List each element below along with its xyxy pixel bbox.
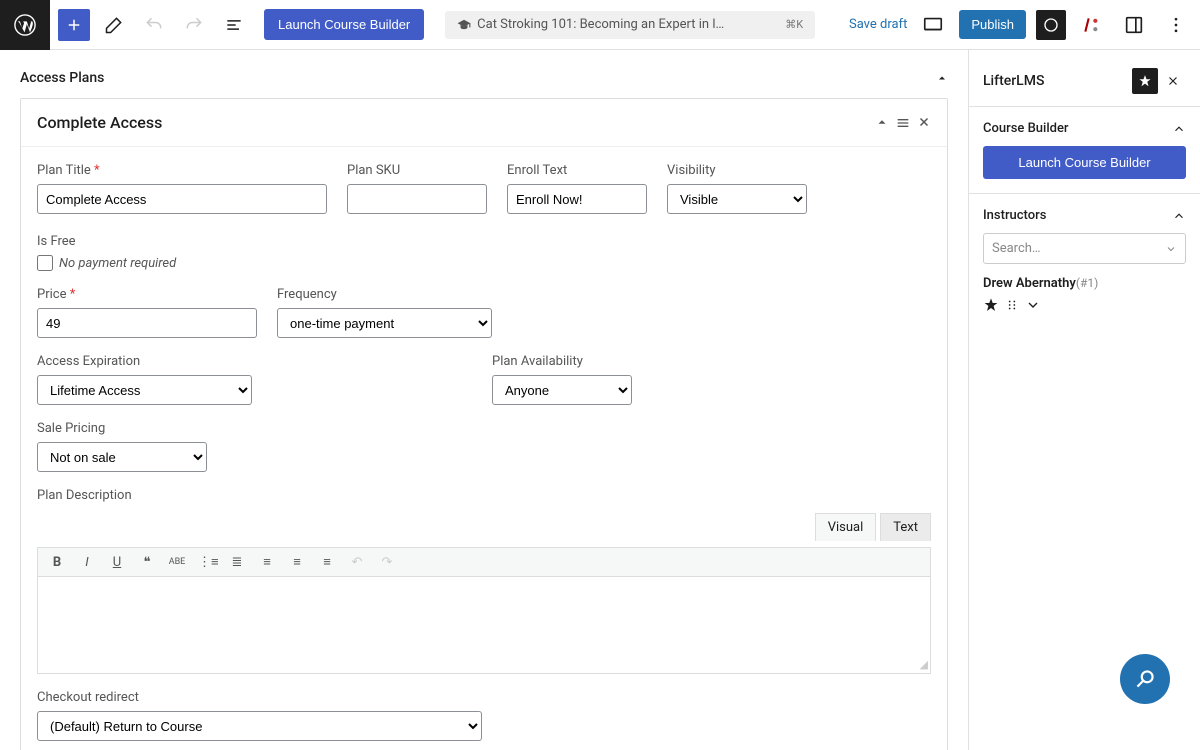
enroll-text-input[interactable] [507, 184, 647, 214]
rte-tab-text[interactable]: Text [880, 513, 931, 541]
is-free-label: No payment required [59, 256, 176, 271]
rte-redo-icon[interactable]: ↷ [378, 555, 396, 570]
visibility-field: Visibility Visible [667, 163, 807, 214]
rte-undo-icon[interactable]: ↶ [348, 555, 366, 570]
help-fab-button[interactable] [1120, 654, 1170, 704]
instructor-search[interactable]: Search… [983, 233, 1186, 264]
publish-button[interactable]: Publish [959, 10, 1026, 39]
visibility-select[interactable]: Visible [667, 184, 807, 214]
plan-title-field: Plan Title * [37, 163, 327, 214]
strike-icon[interactable]: ABE [168, 557, 186, 567]
chevron-down-icon [1165, 243, 1177, 255]
frequency-field: Frequency one-time payment [277, 287, 492, 338]
preview-icon[interactable] [917, 9, 949, 41]
main-content: Access Plans Complete Access Plan Title … [0, 50, 968, 750]
grad-cap-icon [457, 18, 471, 32]
launch-course-builder-button[interactable]: Launch Course Builder [264, 9, 424, 40]
resize-handle-icon[interactable]: ◢ [920, 658, 928, 671]
plan-description-field: Plan Description Visual Text B I U ❝ ABE… [37, 488, 931, 674]
price-field: Price * [37, 287, 257, 338]
plan-title-input[interactable] [37, 184, 327, 214]
document-title-text: Cat Stroking 101: Becoming an Expert in … [477, 17, 724, 32]
is-free-checkbox[interactable] [37, 255, 53, 271]
chevron-up-icon [1172, 209, 1186, 223]
checkout-redirect-field: Checkout redirect (Default) Return to Co… [37, 690, 482, 741]
bullet-list-icon[interactable]: ⋮≡ [198, 554, 216, 570]
sidebar-title: LifterLMS [983, 73, 1044, 89]
price-input[interactable] [37, 308, 257, 338]
star-icon[interactable] [1132, 68, 1158, 94]
more-menu-icon[interactable] [1160, 9, 1192, 41]
settings-sidebar: LifterLMS Course Builder Launch Course B… [968, 50, 1200, 750]
italic-icon[interactable]: I [78, 555, 96, 570]
document-title-dropdown[interactable]: Cat Stroking 101: Becoming an Expert in … [445, 11, 815, 39]
chevron-down-icon[interactable] [1025, 297, 1041, 313]
underline-icon[interactable]: U [108, 555, 126, 570]
enroll-text-field: Enroll Text [507, 163, 647, 214]
add-block-button[interactable] [58, 9, 90, 41]
align-center-icon[interactable]: ≡ [288, 554, 306, 570]
rte-tab-visual[interactable]: Visual [815, 513, 877, 541]
bold-icon[interactable]: B [48, 555, 66, 570]
command-shortcut: ⌘K [785, 18, 803, 31]
checkout-redirect-select[interactable]: (Default) Return to Course [37, 711, 482, 741]
redo-icon[interactable] [178, 9, 210, 41]
document-overview-icon[interactable] [218, 9, 250, 41]
access-expiration-select[interactable]: Lifetime Access [37, 375, 252, 405]
instructors-section: Instructors Search… Drew Abernathy(#1) [969, 194, 1200, 327]
sidebar-header: LifterLMS [969, 50, 1200, 107]
save-draft-link[interactable]: Save draft [849, 17, 907, 32]
sale-pricing-field: Sale Pricing Not on sale [37, 421, 207, 472]
frequency-select[interactable]: one-time payment [277, 308, 492, 338]
chevron-up-icon [1172, 122, 1186, 136]
panel-close-icon[interactable] [917, 115, 931, 129]
panel-header: Complete Access [21, 99, 947, 147]
align-left-icon[interactable]: ≡ [258, 554, 276, 570]
panel-menu-icon[interactable] [895, 115, 911, 131]
collapse-icon[interactable] [936, 72, 948, 84]
access-plans-section-header[interactable]: Access Plans [0, 50, 968, 98]
rich-text-editor: B I U ❝ ABE ⋮≡ ≣ ≡ ≡ ≡ ↶ ↷ [37, 547, 931, 674]
undo-icon[interactable] [138, 9, 170, 41]
quote-icon[interactable]: ❝ [138, 555, 156, 570]
edit-tool-icon[interactable] [98, 9, 130, 41]
instructors-section-label: Instructors [983, 208, 1046, 223]
star-filled-icon[interactable] [983, 297, 999, 313]
builder-section-label: Course Builder [983, 121, 1069, 136]
plan-sku-input[interactable] [347, 184, 487, 214]
instructor-item: Drew Abernathy(#1) [983, 276, 1186, 291]
course-builder-section: Course Builder Launch Course Builder [969, 107, 1200, 194]
plugin-yoast-icon[interactable] [1036, 10, 1066, 40]
panel-collapse-icon[interactable] [875, 115, 889, 129]
is-free-field: Is Free No payment required [37, 234, 176, 271]
drag-handle-icon[interactable] [1005, 298, 1019, 312]
access-expiration-field: Access Expiration Lifetime Access [37, 354, 252, 405]
sale-pricing-select[interactable]: Not on sale [37, 442, 207, 472]
settings-panel-icon[interactable] [1118, 9, 1150, 41]
sidebar-launch-builder-button[interactable]: Launch Course Builder [983, 146, 1186, 179]
number-list-icon[interactable]: ≣ [228, 555, 246, 570]
align-right-icon[interactable]: ≡ [318, 554, 336, 570]
plan-sku-field: Plan SKU [347, 163, 487, 214]
editor-top-bar: Launch Course Builder Cat Stroking 101: … [0, 0, 1200, 50]
close-sidebar-icon[interactable] [1166, 74, 1186, 88]
plan-availability-select[interactable]: Anyone [492, 375, 632, 405]
access-plan-panel: Complete Access Plan Title * Plan SKU [20, 98, 948, 750]
rte-textarea[interactable]: ◢ [38, 577, 930, 673]
plugin-traffic-icon[interactable] [1076, 9, 1108, 41]
wordpress-logo[interactable] [0, 0, 50, 50]
access-plans-title: Access Plans [20, 70, 104, 86]
plan-availability-field: Plan Availability Anyone [492, 354, 632, 405]
panel-title: Complete Access [37, 113, 162, 132]
